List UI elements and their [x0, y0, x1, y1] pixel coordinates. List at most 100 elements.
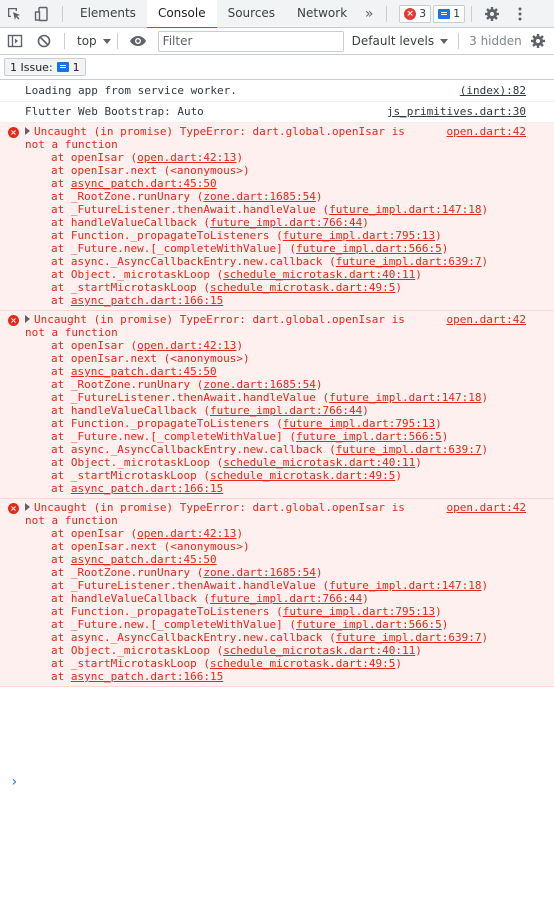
stack-frame-link[interactable]: async_patch.dart:166:15	[71, 482, 223, 495]
stack-frame-text: )	[395, 657, 403, 670]
tab-console[interactable]: Console	[146, 0, 217, 29]
stack-frame-link[interactable]: schedule_microtask.dart:49:5	[210, 281, 395, 294]
log-levels-label: Default levels	[351, 34, 435, 48]
tab-network[interactable]: Network	[286, 0, 358, 28]
stack-frame-text: at _RootZone.runUnary (	[51, 190, 204, 203]
filter-input[interactable]	[157, 30, 344, 52]
stack-frame-text: )	[441, 430, 449, 443]
toolbar-divider	[62, 5, 63, 22]
stack-frame-link[interactable]: async_patch.dart:45:50	[71, 553, 217, 566]
stack-frame-link[interactable]: async_patch.dart:45:50	[71, 177, 217, 190]
stack-frame-link[interactable]: schedule_microtask.dart:40:11	[223, 644, 415, 657]
stack-frame-link[interactable]: schedule_microtask.dart:40:11	[223, 456, 415, 469]
message-count: 1	[453, 7, 461, 20]
stack-frame-link[interactable]: future_impl.dart:795:13	[283, 417, 435, 430]
hidden-count: 3 hidden	[469, 34, 522, 48]
stack-frame-link[interactable]: schedule_microtask.dart:40:11	[223, 268, 415, 281]
source-link[interactable]: js_primitives.dart:30	[387, 104, 526, 120]
source-link[interactable]: open.dart:42	[447, 501, 526, 514]
stack-frame: at handleValueCallback (future_impl.dart…	[25, 592, 526, 605]
stack-frame-link[interactable]: zone.dart:1685:54	[203, 378, 316, 391]
stack-frame-link[interactable]: zone.dart:1685:54	[203, 190, 316, 203]
stack-frame: at async._AsyncCallbackEntry.new.callbac…	[25, 255, 526, 268]
log-levels-dropdown[interactable]: Default levels	[351, 34, 449, 48]
stack-frame-link[interactable]: future_impl.dart:147:18	[329, 579, 481, 592]
source-link[interactable]: open.dart:42	[447, 125, 526, 138]
issues-count: 1	[72, 60, 80, 74]
stack-frame: at _startMicrotaskLoop (schedule_microta…	[25, 281, 526, 294]
console-prompt[interactable]: ›	[10, 774, 18, 790]
stack-frame-link[interactable]: future_impl.dart:147:18	[329, 391, 481, 404]
expand-triangle-icon[interactable]	[25, 127, 30, 135]
toolbar-divider	[386, 5, 388, 22]
stack-frame-link[interactable]: schedule_microtask.dart:49:5	[210, 657, 395, 670]
stack-frame-text: at _startMicrotaskLoop (	[51, 281, 210, 294]
issues-label: 1 Issue:	[10, 60, 53, 74]
stack-frame-text: )	[441, 242, 449, 255]
stack-frame-link[interactable]: open.dart:42:13	[137, 151, 236, 164]
devtools-tabbar: Elements Console Sources Network » × 3 1	[0, 0, 554, 29]
stack-frame: at handleValueCallback (future_impl.dart…	[25, 216, 526, 229]
stack-frame-link[interactable]: future_impl.dart:147:18	[329, 203, 481, 216]
stack-frame-link[interactable]: open.dart:42:13	[137, 339, 236, 352]
toolbar-divider	[471, 5, 473, 22]
device-toggle-icon[interactable]	[28, 0, 56, 28]
stack-frame-link[interactable]: future_impl.dart:566:5	[296, 618, 442, 631]
stack-frame-link[interactable]: async_patch.dart:45:50	[71, 365, 217, 378]
stack-frame-link[interactable]: future_impl.dart:639:7	[336, 443, 482, 456]
stack-frame-link[interactable]: future_impl.dart:639:7	[336, 631, 482, 644]
message-count-badge[interactable]: 1	[433, 4, 466, 23]
stack-frame: at async_patch.dart:45:50	[25, 365, 526, 378]
stack-frame-text: )	[362, 404, 369, 417]
stack-frame-link[interactable]: future_impl.dart:766:44	[210, 216, 362, 229]
stack-frame-link[interactable]: open.dart:42:13	[137, 527, 236, 540]
error-count-badge[interactable]: × 3	[399, 4, 432, 23]
stack-frame-text: )	[315, 566, 323, 579]
source-link[interactable]: (index):82	[460, 83, 526, 99]
tab-elements[interactable]: Elements	[69, 0, 147, 28]
stack-frame-link[interactable]: schedule_microtask.dart:49:5	[210, 469, 395, 482]
stack-frame: at _Future.new.[_completeWithValue] (fut…	[25, 242, 526, 255]
stack-frame-link[interactable]: async_patch.dart:166:15	[71, 294, 223, 307]
stack-frame: at _RootZone.runUnary (zone.dart:1685:54…	[25, 190, 526, 203]
stack-frame-link[interactable]: future_impl.dart:795:13	[283, 605, 435, 618]
expand-triangle-icon[interactable]	[25, 315, 30, 323]
stack-frame-link[interactable]: async_patch.dart:166:15	[71, 670, 223, 683]
eye-icon[interactable]	[124, 27, 152, 55]
issues-button[interactable]: 1 Issue: 1	[4, 58, 86, 76]
stack-frame: at async_patch.dart:166:15	[25, 670, 526, 683]
stack-frame-text: at _RootZone.runUnary (	[51, 378, 204, 391]
error-text: Uncaught (in promise) TypeError: dart.gl…	[25, 313, 405, 339]
stack-frame-link[interactable]: future_impl.dart:566:5	[296, 430, 442, 443]
inspect-icon[interactable]	[0, 0, 28, 28]
stack-frame-link[interactable]: future_impl.dart:766:44	[210, 592, 362, 605]
stack-frame: at Object._microtaskLoop (schedule_micro…	[25, 268, 526, 281]
console-output[interactable]: Loading app from service worker. (index)…	[0, 81, 554, 900]
expand-triangle-icon[interactable]	[25, 503, 30, 511]
gear-icon[interactable]	[478, 0, 506, 28]
stack-frame: at async._AsyncCallbackEntry.new.callbac…	[25, 443, 526, 456]
more-tabs-button[interactable]: »	[358, 6, 380, 22]
stack-frame-link[interactable]: future_impl.dart:639:7	[336, 255, 482, 268]
stack-frame: at _Future.new.[_completeWithValue] (fut…	[25, 430, 526, 443]
stack-frame: at Function._propagateToListeners (futur…	[25, 605, 526, 618]
stack-frame-text: )	[481, 579, 489, 592]
stack-frame-text: at	[51, 177, 71, 190]
stack-frame-link[interactable]: future_impl.dart:766:44	[210, 404, 362, 417]
tab-sources[interactable]: Sources	[217, 0, 286, 28]
stack-frame-text: )	[481, 255, 489, 268]
stack-frame: at async_patch.dart:166:15	[25, 294, 526, 307]
context-selector[interactable]: top	[77, 34, 111, 48]
stack-frame-link[interactable]: zone.dart:1685:54	[203, 566, 316, 579]
stack-frame-link[interactable]: future_impl.dart:795:13	[283, 229, 435, 242]
message-icon	[56, 62, 69, 72]
stack-frame-link[interactable]: future_impl.dart:566:5	[296, 242, 442, 255]
sidebar-toggle-icon[interactable]	[0, 27, 30, 55]
clear-console-icon[interactable]	[30, 27, 58, 55]
gear-icon[interactable]	[524, 27, 552, 55]
stack-frame-text: at handleValueCallback (	[51, 592, 210, 605]
stack-frame-text: at openIsar.next (<anonymous>)	[51, 540, 250, 553]
kebab-menu-icon[interactable]	[506, 0, 534, 28]
source-link[interactable]: open.dart:42	[447, 313, 526, 326]
stack-frame: at _FutureListener.thenAwait.handleValue…	[25, 391, 526, 404]
